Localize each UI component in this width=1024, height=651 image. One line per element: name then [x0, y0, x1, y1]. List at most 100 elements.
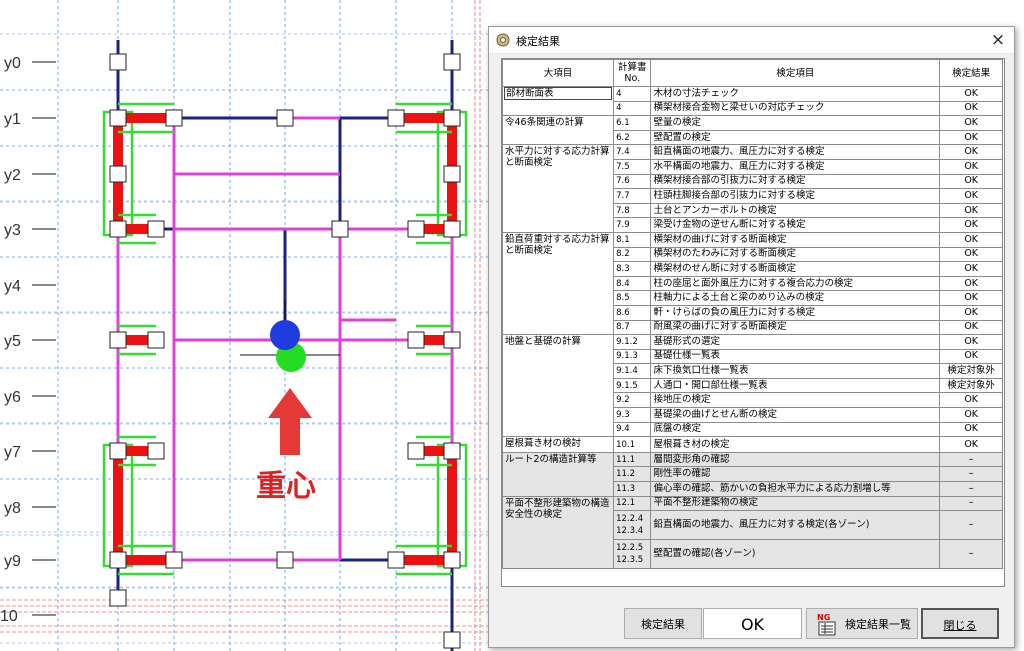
calc-no-cell: 6.1 — [613, 115, 652, 131]
wall-bracket — [126, 110, 134, 237]
node-handle[interactable] — [443, 53, 461, 71]
app-gear-icon — [496, 33, 510, 47]
node-handle[interactable] — [276, 109, 294, 127]
calc-no-cell: 11.3 — [613, 481, 652, 497]
result-cell: OK — [939, 348, 1003, 365]
calc-no-cell: 12.2.4 12.3.4 — [613, 510, 652, 541]
result-cell: OK — [939, 217, 1003, 233]
item-cell: 壁量の検定 — [650, 115, 941, 131]
wall-bracket — [102, 443, 110, 568]
result-cell: OK — [939, 173, 1003, 190]
calc-no-cell: 8.7 — [613, 319, 652, 336]
node-handle[interactable] — [443, 220, 461, 238]
result-cell: OK — [939, 319, 1003, 336]
category-label: 水平力に対する応力計算と断面検定 — [505, 146, 610, 169]
node-handle[interactable] — [407, 331, 425, 349]
ok-button[interactable]: OK — [703, 608, 802, 639]
node-handle[interactable] — [165, 551, 183, 569]
result-table-container[interactable]: 大項目 計算書 No. 検定項目 検定結果 部材断面表 4 木材の寸法チェック OK 4… — [501, 58, 1005, 587]
node-handle[interactable] — [109, 589, 127, 607]
result-cell: OK — [939, 144, 1003, 160]
node-handle[interactable] — [109, 53, 127, 71]
node-handle[interactable] — [109, 220, 127, 238]
node-handle[interactable] — [109, 442, 127, 460]
calc-no-cell: 9.3 — [613, 407, 652, 423]
center-of-rigidity-marker — [270, 320, 300, 350]
table-row[interactable]: 平面不整形建築物の構造安全性の検定 12.1 平面不整形建築物の検定 – — [502, 495, 1003, 570]
calc-no-cell: 7.6 — [613, 173, 652, 190]
node-handle[interactable] — [407, 220, 425, 238]
table-row[interactable]: 部材断面表 4 木材の寸法チェック OK — [502, 85, 1003, 117]
result-cell: – — [939, 466, 1003, 483]
calc-no-cell: 8.6 — [613, 304, 652, 321]
wall-bracket — [126, 443, 134, 568]
axis-label-6: y6 — [4, 389, 21, 406]
calc-no-cell: 12.1 — [613, 495, 652, 512]
node-handle[interactable] — [443, 109, 461, 127]
result-cell: OK — [939, 188, 1003, 204]
item-cell: 基礎梁の曲げとせん断の検定 — [650, 407, 941, 423]
item-cell: 人通口・開口部仕様一覧表 — [650, 377, 941, 394]
calc-no-cell: 7.9 — [613, 217, 652, 233]
cog-arrow-icon — [268, 388, 312, 455]
node-handle[interactable] — [147, 331, 165, 349]
wall-red — [447, 451, 457, 560]
axis-label-9: y9 — [4, 553, 21, 570]
category-label: 屋根葺き材の検討 — [505, 438, 582, 450]
result-list-label: 検定結果一覧 — [845, 618, 911, 631]
result-cell: OK — [939, 407, 1003, 423]
table-row[interactable]: 水平力に対する応力計算と断面検定 7.4 鉛直構面の地震力、風圧力に対する検定 OK — [502, 144, 1003, 233]
table-row[interactable]: 令46条関連の計算 6.1 壁量の検定 OK — [502, 115, 1003, 146]
close-button[interactable]: 閉じる — [921, 608, 999, 639]
wall-bracket — [460, 443, 468, 568]
table-header-row: 大項目 計算書 No. 検定項目 検定結果 — [502, 59, 1003, 87]
header-item: 検定項目 — [650, 59, 941, 87]
table-row[interactable]: 鉛直荷重対する応力計算と断面検定 8.1 横架材の曲げに対する断面検定 OK — [502, 231, 1003, 336]
calc-no-cell: 9.1.4 — [613, 363, 652, 379]
table-row[interactable]: 屋根葺き材の検討 10.1 屋根葺き材の検定 OK — [502, 436, 1003, 453]
item-cell: 鉛直構面の地震力、風圧力に対する検定 — [650, 144, 941, 160]
axis-label-1: y1 — [4, 111, 21, 128]
calc-no-cell: 8.2 — [613, 246, 652, 263]
node-handle[interactable] — [387, 551, 405, 569]
category-cell: 地盤と基礎の計算 — [502, 334, 615, 438]
axis-label-4: y4 — [4, 278, 21, 295]
dialog-titlebar[interactable]: 検定結果 × — [489, 27, 1014, 54]
node-handle[interactable] — [109, 109, 127, 127]
node-handle[interactable] — [331, 220, 349, 238]
node-handle[interactable] — [443, 165, 461, 183]
node-handle[interactable] — [276, 551, 294, 569]
node-handle[interactable] — [407, 442, 425, 460]
result-dialog: 検定結果 × 大項目 計算書 No. 検定項目 検定結果 部材断面表 4 木材の寸法… — [488, 26, 1015, 648]
item-cell: 接地圧の検定 — [650, 392, 941, 409]
node-handle[interactable] — [443, 631, 461, 649]
table-row[interactable]: 地盤と基礎の計算 9.1.2 基礎形式の選定 OK — [502, 334, 1003, 438]
table-row[interactable]: ルート2の構造計算等 11.1 層間変形角の確認 – — [502, 451, 1003, 497]
node-handle[interactable] — [147, 442, 165, 460]
node-handle[interactable] — [443, 442, 461, 460]
category-cell: 令46条関連の計算 — [502, 115, 615, 146]
result-list-button[interactable]: NG 検定結果一覧 — [806, 608, 918, 639]
item-cell: 横架材接合部の引抜力に対する検定 — [650, 173, 941, 190]
calc-no-cell: 7.5 — [613, 158, 652, 175]
node-handle[interactable] — [387, 109, 405, 127]
item-cell: 梁受け金物の逆せん断に対する検定 — [650, 217, 941, 233]
node-handle[interactable] — [109, 551, 127, 569]
node-handle[interactable] — [165, 109, 183, 127]
node-handle[interactable] — [147, 220, 165, 238]
axis-label-10: 10 — [0, 608, 18, 625]
axis-label-7: y7 — [4, 444, 21, 461]
category-label: 令46条関連の計算 — [505, 117, 584, 129]
result-cell: 検定対象外 — [939, 363, 1003, 379]
header-category: 大項目 — [502, 59, 615, 87]
close-icon[interactable]: × — [982, 27, 1014, 53]
result-cell: OK — [939, 334, 1003, 350]
calc-no-cell: 4 — [613, 86, 652, 102]
node-handle[interactable] — [443, 551, 461, 569]
node-handle[interactable] — [443, 331, 461, 349]
result-button[interactable]: 検定結果 — [624, 608, 702, 639]
calc-no-cell: 9.1.3 — [613, 348, 652, 365]
node-handle[interactable] — [109, 165, 127, 183]
node-handle[interactable] — [109, 331, 127, 349]
item-cell: 水平構面の地震力、風圧力に対する検定 — [650, 158, 941, 175]
